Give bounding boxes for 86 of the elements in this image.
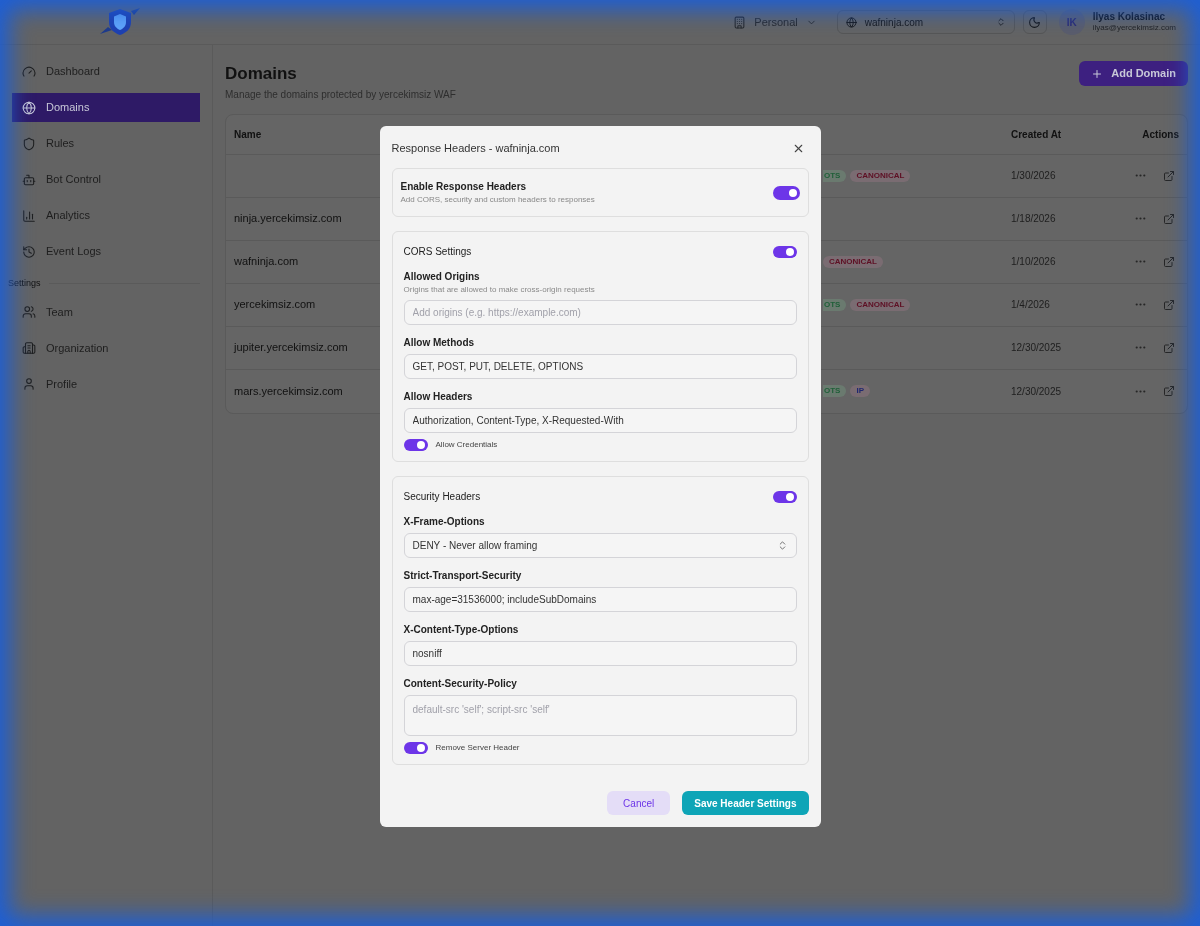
select-field[interactable]: DENY - Never allow framing <box>403 533 797 558</box>
section-title: Security Headers <box>403 490 481 504</box>
user-name: Ilyas Kolasinac <box>1092 10 1166 24</box>
globe-icon <box>845 16 857 28</box>
field-label: Allowed Origins <box>403 270 481 284</box>
text-field[interactable]: Add origins (e.g. https://example.com) <box>403 300 797 325</box>
created-date: 1/30/2026 <box>1011 169 1057 183</box>
field-label: Strict-Transport-Security <box>403 569 523 583</box>
toggle-switch[interactable] <box>772 245 797 258</box>
created-date: 12/30/2025 <box>1011 341 1063 355</box>
dialog-title: Response Headers - wafninja.com <box>391 140 560 156</box>
text-field[interactable]: max-age=31536000; includeSubDomains <box>403 587 797 612</box>
history-icon <box>22 244 36 259</box>
tag: OTS <box>823 169 847 182</box>
domain-name: ninja.yercekimsiz.com <box>234 211 342 227</box>
domain-name: yercekimsiz.com <box>234 297 316 313</box>
toggle-switch[interactable] <box>403 439 428 451</box>
user-icon <box>22 377 36 391</box>
switch-label: Remove Server Header <box>435 742 520 754</box>
shield-logo-icon <box>98 7 142 37</box>
building-icon <box>22 341 36 355</box>
sidebar-item[interactable]: Organization <box>12 333 200 363</box>
field-label: Allow Headers <box>403 390 474 404</box>
sidebar-item[interactable]: Profile <box>12 369 200 399</box>
sidebar-item[interactable]: Team <box>12 297 200 327</box>
column-header: Actions <box>1141 127 1179 142</box>
cancel-button[interactable]: Cancel <box>607 791 671 815</box>
field-label: X-Content-Type-Options <box>403 623 520 637</box>
moon-icon <box>1028 15 1042 29</box>
field-hint: Origins that are allowed to make cross-origin requests <box>403 284 596 296</box>
chevrons-icon <box>995 17 1006 27</box>
sidebar-item[interactable]: Domains <box>12 93 200 122</box>
globe-icon <box>22 100 36 115</box>
tag: OTS <box>823 298 847 311</box>
page-title: Domains <box>225 63 298 85</box>
created-date: 1/18/2026 <box>1011 212 1057 226</box>
sidebar-item[interactable]: Event Logs <box>12 237 200 266</box>
sidebar-item[interactable]: Rules <box>12 129 200 158</box>
gauge-icon <box>22 64 36 79</box>
toggle-switch[interactable] <box>772 185 800 200</box>
bar-chart-icon <box>22 208 36 223</box>
created-date: 1/4/2026 <box>1011 298 1051 312</box>
external-link-icon[interactable] <box>1163 298 1175 311</box>
robot-icon <box>22 172 36 187</box>
sidebar-item[interactable]: Bot Control <box>12 165 200 194</box>
plus-icon <box>1091 67 1104 80</box>
text-field[interactable]: GET, POST, PUT, DELETE, OPTIONS <box>403 354 797 379</box>
switch-label: Allow Credentials <box>435 439 498 451</box>
card-description: Add CORS, security and custom headers to responses <box>400 194 595 206</box>
domain-name: jupiter.yercekimsiz.com <box>234 340 348 356</box>
created-date: 12/30/2025 <box>1011 384 1063 399</box>
column-header: Name <box>234 127 263 142</box>
external-link-icon[interactable] <box>1163 169 1175 182</box>
column-header: Created At <box>1011 127 1063 142</box>
tag: IP <box>850 385 870 397</box>
add-domain-button[interactable]: Add Domain <box>1079 61 1188 86</box>
field-label: Content-Security-Policy <box>403 677 518 691</box>
tag: CANONICAL <box>823 255 883 268</box>
created-date: 1/10/2026 <box>1011 255 1057 269</box>
domain-name: mars.yercekimsiz.com <box>234 383 343 399</box>
toggle-switch[interactable] <box>403 742 428 754</box>
external-link-icon[interactable] <box>1163 341 1175 354</box>
text-field[interactable]: Authorization, Content-Type, X-Requested-With <box>403 408 797 433</box>
external-link-icon[interactable] <box>1163 385 1175 397</box>
sidebar-item[interactable]: Dashboard <box>12 57 200 86</box>
tag: OTS <box>823 385 847 397</box>
field-label: X-Frame-Options <box>403 515 486 529</box>
shield-icon <box>22 136 36 151</box>
external-link-icon[interactable] <box>1163 255 1175 268</box>
card-title: Enable Response Headers <box>400 180 528 194</box>
toggle-switch[interactable] <box>772 490 797 503</box>
users-icon <box>22 305 36 319</box>
section-label: Settings <box>8 277 41 290</box>
theme-toggle-button[interactable] <box>1022 10 1047 34</box>
external-link-icon[interactable] <box>1163 212 1175 225</box>
field-label: Allow Methods <box>403 336 476 350</box>
sidebar-item[interactable]: Analytics <box>12 201 200 230</box>
save-button[interactable]: Save Header Settings <box>682 791 809 815</box>
domain-name: wafninja.com <box>234 254 299 270</box>
domain-select[interactable]: wafninja.com <box>836 10 1015 34</box>
tag: CANONICAL <box>850 169 911 182</box>
building-icon <box>733 15 747 29</box>
tag: CANONICAL <box>850 298 911 311</box>
text-area[interactable]: default-src 'self'; script-src 'self' <box>403 695 797 736</box>
text-field[interactable]: nosniff <box>403 641 797 666</box>
section-title: CORS Settings <box>403 245 472 259</box>
